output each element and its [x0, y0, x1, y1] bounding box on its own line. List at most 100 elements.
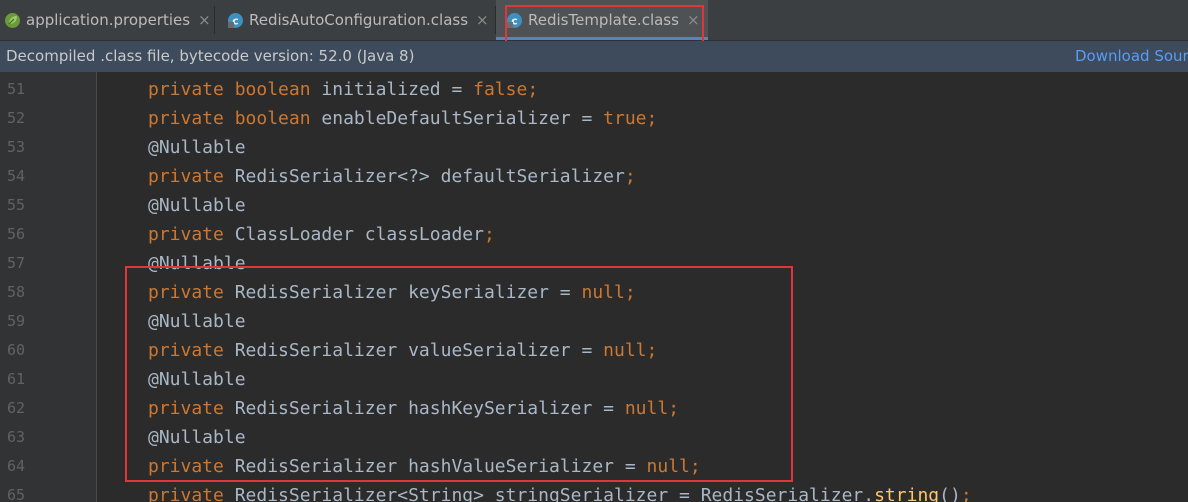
- keyword-token: ;: [689, 456, 701, 477]
- line-number: 64: [7, 457, 26, 475]
- keyword-token: null: [603, 340, 647, 361]
- identifier-token: (): [939, 485, 961, 502]
- line-number: 56: [7, 225, 26, 243]
- tab-application-properties[interactable]: application.properties ×: [0, 0, 216, 40]
- ide-window: application.properties × c RedisAutoConf…: [0, 0, 1188, 502]
- download-sources-link[interactable]: Download Sour: [1075, 47, 1188, 65]
- line-number: 59: [7, 312, 26, 330]
- code-line[interactable]: 54 private RedisSerializer<?> defaultSeri…: [0, 162, 1188, 191]
- code-text: private ClassLoader classLoader;: [148, 220, 495, 249]
- annotation-token: @Nullable: [148, 253, 246, 274]
- code-text: private RedisSerializer keySerializer = …: [148, 278, 636, 307]
- keyword-token: private: [148, 485, 235, 502]
- keyword-token: private: [148, 340, 235, 361]
- line-number: 62: [7, 399, 26, 417]
- annotation-token: @Nullable: [148, 137, 246, 158]
- identifier-token: RedisSerializer<String> stringSerializer…: [234, 485, 875, 502]
- code-line[interactable]: 58 private RedisSerializer keySerializer …: [0, 278, 1188, 307]
- code-line[interactable]: 59 @Nullable: [0, 307, 1188, 336]
- line-number: 52: [7, 109, 26, 127]
- keyword-token: private: [148, 79, 235, 100]
- identifier-token: RedisSerializer hashValueSerializer =: [234, 456, 647, 477]
- keyword-token: ;: [960, 485, 972, 502]
- line-number: 63: [7, 428, 26, 446]
- line-number: 60: [7, 341, 26, 359]
- line-number: 65: [7, 486, 26, 502]
- code-text: @Nullable: [148, 307, 246, 336]
- keyword-token: null: [624, 398, 669, 419]
- annotation-token: @Nullable: [148, 427, 246, 448]
- tab-redis-auto-configuration[interactable]: c RedisAutoConfiguration.class ×: [215, 0, 505, 40]
- code-text: private boolean enableDefaultSerializer …: [148, 104, 657, 133]
- keyword-token: ;: [624, 282, 636, 303]
- code-line[interactable]: 52 private boolean enableDefaultSerialize…: [0, 104, 1188, 133]
- line-number: 53: [7, 138, 26, 156]
- keyword-token: ;: [646, 340, 658, 361]
- identifier-token: ClassLoader classLoader: [234, 224, 484, 245]
- code-text: @Nullable: [148, 365, 246, 394]
- code-text: @Nullable: [148, 133, 246, 162]
- annotation-token: @Nullable: [148, 369, 246, 390]
- code-text: @Nullable: [148, 249, 246, 278]
- code-line[interactable]: 57 @Nullable: [0, 249, 1188, 278]
- method-token: string: [874, 485, 940, 502]
- close-icon[interactable]: ×: [198, 11, 211, 29]
- line-number: 51: [7, 80, 26, 98]
- line-number: 54: [7, 167, 26, 185]
- decompiled-info-bar: Decompiled .class file, bytecode version…: [0, 41, 1188, 72]
- tab-label: RedisTemplate.class: [528, 11, 679, 29]
- decompiled-message: Decompiled .class file, bytecode version…: [6, 47, 415, 65]
- editor-tab-bar: application.properties × c RedisAutoConf…: [0, 0, 1188, 49]
- close-icon[interactable]: ×: [687, 11, 700, 29]
- identifier-token: RedisSerializer<?> defaultSerializer: [234, 166, 625, 187]
- tab-label: application.properties: [26, 11, 191, 29]
- keyword-token: ;: [668, 398, 680, 419]
- spring-leaf-icon: [5, 12, 20, 28]
- class-file-icon: c: [507, 12, 522, 28]
- annotation-token: @Nullable: [148, 195, 246, 216]
- keyword-token: ;: [527, 79, 539, 100]
- keyword-token: null: [646, 456, 690, 477]
- code-line[interactable]: 61 @Nullable: [0, 365, 1188, 394]
- keyword-token: private: [148, 456, 235, 477]
- line-number: 61: [7, 370, 26, 388]
- keyword-token: private: [148, 108, 235, 129]
- keyword-token: ;: [646, 108, 658, 129]
- tab-redis-template[interactable]: c RedisTemplate.class ×: [496, 0, 708, 40]
- code-line[interactable]: 64 private RedisSerializer hashValueSeria…: [0, 452, 1188, 481]
- keyword-token: null: [581, 282, 625, 303]
- code-text: private RedisSerializer<?> defaultSerial…: [148, 162, 636, 191]
- code-line[interactable]: 65 private RedisSerializer<String> string…: [0, 481, 1188, 502]
- code-text: private boolean initialized = false;: [148, 75, 538, 104]
- keyword-token: private: [148, 398, 235, 419]
- keyword-token: ;: [483, 224, 495, 245]
- code-line[interactable]: 56 private ClassLoader classLoader;: [0, 220, 1188, 249]
- code-line[interactable]: 62 private RedisSerializer hashKeySeriali…: [0, 394, 1188, 423]
- keyword-token: true: [603, 108, 647, 129]
- class-file-icon: c: [228, 12, 243, 28]
- code-text: @Nullable: [148, 423, 246, 452]
- keyword-token: private: [148, 166, 235, 187]
- identifier-token: RedisSerializer valueSerializer =: [234, 340, 604, 361]
- identifier-token: RedisSerializer keySerializer =: [234, 282, 582, 303]
- keyword-token: false: [473, 79, 528, 100]
- close-icon[interactable]: ×: [476, 11, 489, 29]
- keyword-token: boolean: [234, 108, 322, 129]
- line-number: 55: [7, 196, 26, 214]
- line-number: 57: [7, 254, 26, 272]
- identifier-token: initialized =: [321, 79, 474, 100]
- keyword-token: private: [148, 224, 235, 245]
- keyword-token: ;: [624, 166, 636, 187]
- code-line[interactable]: 51 private boolean initialized = false;: [0, 75, 1188, 104]
- identifier-token: RedisSerializer hashKeySerializer =: [234, 398, 625, 419]
- code-line[interactable]: 63 @Nullable: [0, 423, 1188, 452]
- annotation-token: @Nullable: [148, 311, 246, 332]
- line-number: 58: [7, 283, 26, 301]
- keyword-token: boolean: [234, 79, 322, 100]
- identifier-token: enableDefaultSerializer =: [321, 108, 604, 129]
- code-line[interactable]: 60 private RedisSerializer valueSerialize…: [0, 336, 1188, 365]
- code-line[interactable]: 55 @Nullable: [0, 191, 1188, 220]
- code-text: private RedisSerializer valueSerializer …: [148, 336, 657, 365]
- code-editor[interactable]: 51 private boolean initialized = false; 52…: [0, 72, 1188, 502]
- code-line[interactable]: 53 @Nullable: [0, 133, 1188, 162]
